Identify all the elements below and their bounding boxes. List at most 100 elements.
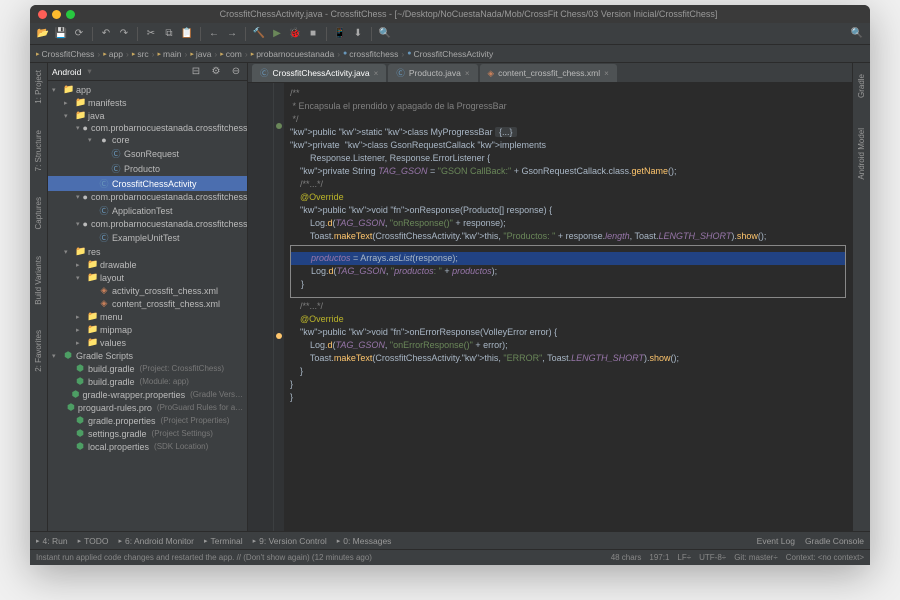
stop-icon[interactable]: ■ bbox=[306, 27, 320, 41]
tool-window-button[interactable]: Event Log bbox=[757, 536, 795, 546]
tree-item[interactable]: ▾⬢Gradle Scripts bbox=[48, 349, 247, 362]
tree-item[interactable]: ▸📁values bbox=[48, 336, 247, 349]
tool-window-button[interactable]: ▸6: Android Monitor bbox=[118, 536, 194, 546]
tool-tab[interactable]: Captures bbox=[34, 194, 43, 232]
tool-window-button[interactable]: ▸TODO bbox=[78, 536, 109, 546]
pkg-icon: ● bbox=[99, 135, 109, 145]
debug-icon[interactable]: 🐞 bbox=[288, 27, 302, 41]
sdk-icon[interactable]: ⬇ bbox=[351, 27, 365, 41]
file-icon: Ⓒ bbox=[396, 67, 405, 79]
tree-item[interactable]: ▸📁manifests bbox=[48, 96, 247, 109]
tree-item[interactable]: ◈content_crossfit_chess.xml bbox=[48, 297, 247, 310]
tree-item[interactable]: ⒸGsonRequest bbox=[48, 146, 247, 161]
dir-icon: 📁 bbox=[75, 246, 85, 257]
editor-tab[interactable]: ⒸProducto.java× bbox=[388, 64, 477, 82]
avd-icon[interactable]: 📱 bbox=[333, 27, 347, 41]
status-field[interactable]: Context: <no context> bbox=[786, 553, 864, 562]
tree-item[interactable]: ▾📁res bbox=[48, 245, 247, 258]
tree-item[interactable]: ▸📁mipmap bbox=[48, 323, 247, 336]
tool-tab[interactable]: Gradle bbox=[857, 71, 866, 101]
tree-item[interactable]: ▾📁layout bbox=[48, 271, 247, 284]
editor-tab[interactable]: ⒸCrossfitChessActivity.java× bbox=[252, 64, 386, 82]
project-sidebar: Android ▾ ⊟ ⚙ ⊖ ▾📁app▸📁manifests▾📁java▾●… bbox=[48, 63, 248, 531]
breadcrumb-item[interactable]: ●crossfitchess bbox=[343, 49, 398, 59]
tree-item[interactable]: ⬢build.gradle(Project: CrossfitChess) bbox=[48, 362, 247, 375]
status-field[interactable]: 48 chars bbox=[611, 553, 642, 562]
tool-window-button[interactable]: ▸4: Run bbox=[36, 536, 68, 546]
gear-icon[interactable]: ⚙ bbox=[209, 65, 223, 79]
tree-item[interactable]: ▾●core bbox=[48, 134, 247, 146]
tree-item[interactable]: ▾●com.probarnocuestanada.crossfitchess(t… bbox=[48, 218, 247, 230]
breadcrumb-item[interactable]: ▸main bbox=[158, 49, 182, 59]
back-icon[interactable]: ← bbox=[207, 27, 221, 41]
hide-icon[interactable]: ⊖ bbox=[229, 65, 243, 79]
tree-item[interactable]: ▸📁menu bbox=[48, 310, 247, 323]
titlebar: CrossfitChessActivity.java - CrossfitChe… bbox=[30, 5, 870, 23]
tree-item[interactable]: ▾●com.probarnocuestanada.crossfitchess(a… bbox=[48, 191, 247, 203]
dir-icon: 📁 bbox=[75, 97, 85, 108]
tool-window-button[interactable]: ▸0: Messages bbox=[337, 536, 392, 546]
breadcrumb-item[interactable]: ▸probarnocuestanada bbox=[251, 49, 335, 59]
status-field[interactable]: Git: master÷ bbox=[734, 553, 778, 562]
tree-item[interactable]: ⬢proguard-rules.pro(ProGuard Rules for a… bbox=[48, 401, 247, 414]
code-editor[interactable]: /** * Encapsula el prendido y apagado de… bbox=[284, 83, 852, 531]
sidebar-tab-android[interactable]: Android bbox=[52, 67, 81, 77]
undo-icon[interactable]: ↶ bbox=[99, 27, 113, 41]
build-icon[interactable]: 🔨 bbox=[252, 27, 266, 41]
paste-icon[interactable]: 📋 bbox=[180, 27, 194, 41]
tree-item[interactable]: ▸📁drawable bbox=[48, 258, 247, 271]
status-field[interactable]: 197:1 bbox=[649, 553, 669, 562]
tool-window-button[interactable]: ▸9: Version Control bbox=[253, 536, 327, 546]
close-tab-icon[interactable]: × bbox=[374, 69, 379, 78]
redo-icon[interactable]: ↷ bbox=[117, 27, 131, 41]
breadcrumb-item[interactable]: ▸app bbox=[103, 49, 123, 59]
tree-item[interactable]: ▾●com.probarnocuestanada.crossfitchess bbox=[48, 122, 247, 134]
minimize-button[interactable] bbox=[52, 10, 61, 19]
tool-window-button[interactable]: ▸Terminal bbox=[204, 536, 243, 546]
tree-item[interactable]: ⬢gradle-wrapper.properties(Gradle Vers… bbox=[48, 388, 247, 401]
tree-item[interactable]: ◈activity_crossfit_chess.xml bbox=[48, 284, 247, 297]
search-icon[interactable]: 🔍 bbox=[378, 27, 392, 41]
refresh-icon[interactable]: ⟳ bbox=[72, 27, 86, 41]
project-tree: ▾📁app▸📁manifests▾📁java▾●com.probarnocues… bbox=[48, 81, 247, 531]
close-tab-icon[interactable]: × bbox=[604, 69, 609, 78]
tool-tab[interactable]: 7: Structure bbox=[34, 127, 43, 174]
tool-window-button[interactable]: Gradle Console bbox=[805, 536, 864, 546]
cut-icon[interactable]: ✂ bbox=[144, 27, 158, 41]
status-field[interactable]: UTF-8÷ bbox=[699, 553, 726, 562]
breadcrumb-item[interactable]: ▸CrossfitChess bbox=[36, 49, 94, 59]
ide-window: CrossfitChessActivity.java - CrossfitChe… bbox=[30, 5, 870, 565]
tree-item[interactable]: ⒸExampleUnitTest bbox=[48, 230, 247, 245]
tool-tab[interactable]: 2: Favorites bbox=[34, 327, 43, 375]
tree-item[interactable]: ⒸCrossfitChessActivity bbox=[48, 176, 247, 191]
breadcrumb-item[interactable]: ▸java bbox=[190, 49, 211, 59]
collapse-icon[interactable]: ⊟ bbox=[189, 65, 203, 79]
breadcrumb-item[interactable]: ▸src bbox=[132, 49, 149, 59]
status-field[interactable]: LF÷ bbox=[677, 553, 691, 562]
search-everywhere-icon[interactable]: 🔍 bbox=[850, 27, 864, 41]
breadcrumb-item[interactable]: ▸com bbox=[220, 49, 242, 59]
tree-item[interactable]: ⬢gradle.properties(Project Properties) bbox=[48, 414, 247, 427]
open-icon[interactable]: 📂 bbox=[36, 27, 50, 41]
tree-item[interactable]: ⒸProducto bbox=[48, 161, 247, 176]
tree-item[interactable]: ⬢settings.gradle(Project Settings) bbox=[48, 427, 247, 440]
maximize-button[interactable] bbox=[66, 10, 75, 19]
tree-item[interactable]: ⬢local.properties(SDK Location) bbox=[48, 440, 247, 453]
run-icon[interactable]: ▶ bbox=[270, 27, 284, 41]
close-tab-icon[interactable]: × bbox=[465, 69, 470, 78]
tree-item[interactable]: ⒸApplicationTest bbox=[48, 203, 247, 218]
tool-tab[interactable]: Android Model bbox=[857, 125, 866, 183]
warning-marker bbox=[276, 333, 282, 339]
tree-item[interactable]: ▾📁java bbox=[48, 109, 247, 122]
cls-icon: Ⓒ bbox=[99, 204, 109, 217]
close-button[interactable] bbox=[38, 10, 47, 19]
copy-icon[interactable]: ⧉ bbox=[162, 27, 176, 41]
tool-tab[interactable]: Build Variants bbox=[34, 253, 43, 308]
forward-icon[interactable]: → bbox=[225, 27, 239, 41]
tree-item[interactable]: ⬢build.gradle(Module: app) bbox=[48, 375, 247, 388]
breadcrumb-item[interactable]: ●CrossfitChessActivity bbox=[407, 49, 493, 59]
save-icon[interactable]: 💾 bbox=[54, 27, 68, 41]
tool-tab[interactable]: 1: Project bbox=[34, 67, 43, 107]
editor-tab[interactable]: ◈content_crossfit_chess.xml× bbox=[480, 64, 617, 82]
tree-item[interactable]: ▾📁app bbox=[48, 83, 247, 96]
